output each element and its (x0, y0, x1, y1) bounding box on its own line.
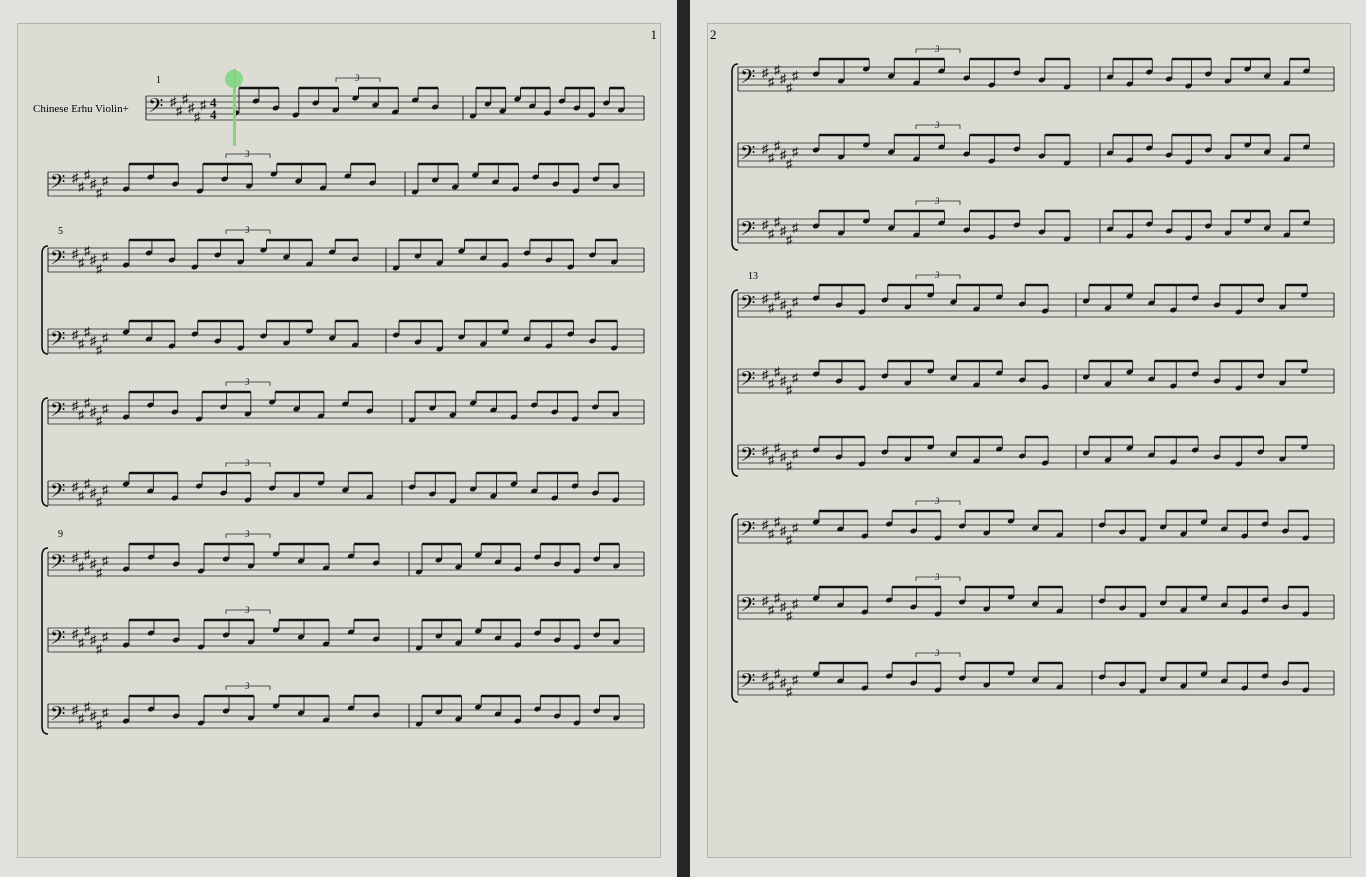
bass-clef-icon: 𝄢 (740, 143, 755, 169)
tuplet-number: 3 (244, 681, 250, 691)
tuplet-number: 3 (934, 44, 940, 54)
playback-cursor-head (225, 70, 243, 88)
bass-clef-icon: 𝄢 (50, 172, 65, 198)
sharp-icon: ♯ (200, 97, 207, 112)
bass-clef-icon: 𝄢 (50, 481, 65, 507)
sharp-icon: ♯ (792, 68, 799, 83)
bass-clef-icon: 𝄢 (50, 329, 65, 355)
bass-clef-icon: 𝄢 (740, 293, 755, 319)
tuplet-number: 3 (934, 572, 940, 582)
sharp-icon: ♯ (102, 705, 109, 720)
score-page-1[interactable]: 1 Chinese Erhu Violin+ 1 5 9 𝄢 ♯ ♯ ♯ ♯ ♯ ♯ 4 4 3 𝄢… (17, 23, 661, 858)
tuplet-number: 3 (354, 73, 360, 83)
sharp-icon: ♯ (102, 629, 109, 644)
bass-clef-icon: 𝄢 (740, 67, 755, 93)
sharp-icon: ♯ (792, 294, 799, 309)
tuplet-number: 3 (244, 458, 250, 468)
bass-clef-icon: 𝄢 (50, 628, 65, 654)
sharp-icon: ♯ (792, 220, 799, 235)
tuplet-number: 3 (244, 529, 250, 539)
score-canvas[interactable]: 𝄢 ♯♯♯♯♯♯3𝄢 ♯♯♯♯♯♯3𝄢 ♯♯♯♯♯♯3𝄢 ♯♯♯♯♯♯3𝄢 ♯♯♯♯♯♯𝄢… (708, 24, 1350, 857)
bass-clef-icon: 𝄢 (50, 704, 65, 730)
sharp-icon: ♯ (102, 401, 109, 416)
sharp-icon: ♯ (102, 173, 109, 188)
tuplet-number: 3 (934, 196, 940, 206)
bass-clef-icon: 𝄢 (740, 219, 755, 245)
sharp-icon: ♯ (792, 446, 799, 461)
system-bracket (731, 289, 739, 477)
system-bracket (731, 63, 739, 251)
bass-clef-icon: 𝄢 (50, 552, 65, 578)
system-bracket (41, 397, 49, 507)
page-divider (677, 0, 690, 877)
tuplet-number: 3 (244, 377, 250, 387)
sharp-icon: ♯ (102, 330, 109, 345)
bass-clef-icon: 𝄢 (740, 671, 755, 697)
bass-clef-icon: 𝄢 (50, 248, 65, 274)
sharp-icon: ♯ (102, 482, 109, 497)
tuplet-number: 3 (934, 120, 940, 130)
bass-clef-icon: 𝄢 (740, 369, 755, 395)
tuplet-number: 3 (244, 605, 250, 615)
tuplet-number: 3 (244, 225, 250, 235)
system-bracket (41, 245, 49, 355)
bass-clef-icon: 𝄢 (740, 595, 755, 621)
bass-clef-icon: 𝄢 (740, 445, 755, 471)
bass-clef-icon: 𝄢 (740, 519, 755, 545)
tuplet-number: 3 (244, 149, 250, 159)
system-bracket (41, 547, 49, 735)
sharp-icon: ♯ (102, 553, 109, 568)
sharp-icon: ♯ (792, 596, 799, 611)
sharp-icon: ♯ (792, 370, 799, 385)
sharp-icon: ♯ (102, 249, 109, 264)
score-canvas[interactable]: 𝄢 ♯♯♯♯♯♯ 443𝄢 ♯♯♯♯♯♯3𝄢 ♯♯♯♯♯♯3𝄢 ♯♯♯♯♯♯𝄢 ♯♯♯♯♯♯… (18, 24, 660, 857)
score-page-2[interactable]: 2 13 𝄢 ♯ ♯ ♯ ♯ ♯ ♯ 3 𝄢 ♯ ♯ ♯ ♯ ♯ ♯ 3 𝄢 ♯ ♯ ♯ ♯ ♯ ♯ 3 𝄢 ♯ ♯ ♯ ♯ ♯ ♯ 3 𝄢 ♯ ♯… (707, 23, 1351, 858)
tuplet-number: 3 (934, 648, 940, 658)
sharp-icon: ♯ (792, 672, 799, 687)
system-bracket (731, 513, 739, 703)
tuplet-number: 3 (934, 496, 940, 506)
bass-clef-icon: 𝄢 (148, 96, 163, 122)
sharp-icon: ♯ (792, 520, 799, 535)
sharp-icon: ♯ (792, 144, 799, 159)
tuplet-number: 3 (934, 270, 940, 280)
time-signature: 4 (210, 107, 217, 122)
bass-clef-icon: 𝄢 (50, 400, 65, 426)
